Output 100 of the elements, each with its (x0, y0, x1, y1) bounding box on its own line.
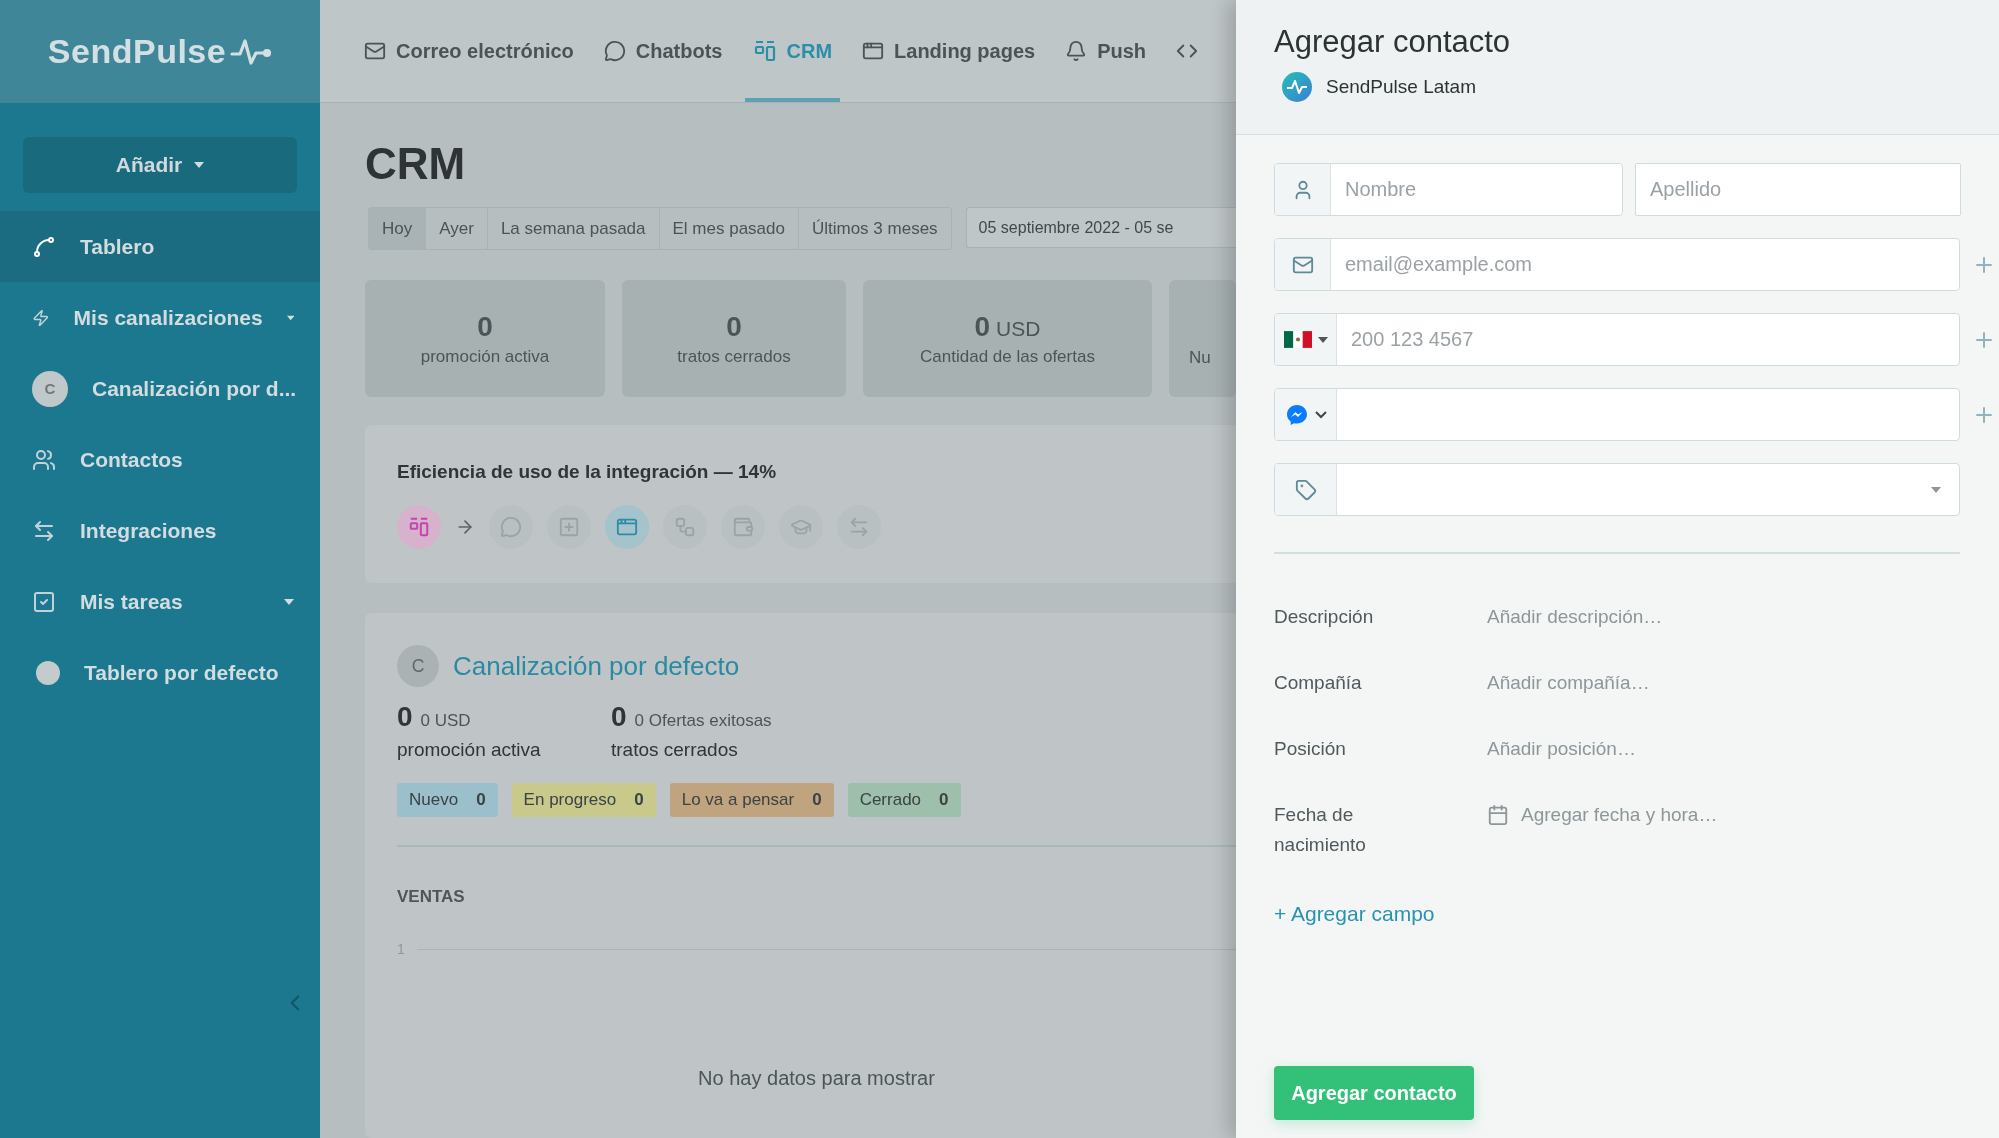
integration-button[interactable] (721, 505, 765, 549)
integration-button[interactable] (547, 505, 591, 549)
checkbox-icon (32, 589, 56, 614)
period-button[interactable]: Ayer (425, 208, 487, 249)
tags-select[interactable] (1274, 463, 1960, 516)
window-icon (616, 516, 638, 538)
sidebar-item-label: Integraciones (80, 518, 218, 543)
window-icon (862, 40, 885, 62)
stage-tag[interactable]: Nuevo 0 (397, 783, 498, 817)
panel-title: Agregar contacto (1274, 24, 1512, 60)
pulse-icon (230, 36, 273, 67)
card-title: Eficiencia de uso de la integración — 14% (397, 461, 777, 482)
stat-value: 0 (611, 701, 627, 733)
sidebar-item[interactable]: Mis tareas (0, 566, 320, 637)
date-field[interactable]: Agregar fecha y hora… (1487, 800, 1961, 830)
stage-tag[interactable]: Cerrado 0 (847, 783, 961, 817)
chat-icon (500, 516, 522, 538)
pulse-logo-icon (1282, 72, 1312, 102)
field-label: Descripción (1274, 605, 1375, 629)
nav-tab[interactable]: Landing pages (854, 0, 1044, 102)
caret-icon (1317, 336, 1328, 343)
calendar-icon (1487, 804, 1509, 826)
avatar: C (397, 645, 439, 687)
stat-label: promoción activa (397, 739, 542, 761)
sidebar-item-label: Canalización por d... (92, 376, 297, 401)
stat-value: 0 USD (974, 310, 1041, 343)
integration-button[interactable] (837, 505, 881, 549)
field-label: Compañía (1274, 671, 1363, 695)
board-icon (408, 516, 430, 538)
contacts-icon (32, 447, 56, 472)
period-button[interactable]: Últimos 3 meses (797, 208, 951, 249)
flag-icon (1283, 331, 1312, 348)
inline-field[interactable]: Añadir descripción… (1487, 602, 1747, 632)
sidebar-item-label: Tablero (80, 234, 156, 259)
stat-value: 0 (477, 310, 493, 343)
pipeline-title-link[interactable]: Canalización por defecto (453, 650, 740, 682)
sidebar-item-label: Mis tareas (80, 589, 184, 614)
arrows-icon (32, 518, 56, 543)
dot-icon (36, 660, 60, 685)
sidebar-item[interactable]: Tablero por defecto (0, 637, 320, 708)
integration-button[interactable] (489, 505, 533, 549)
line-chart-icon (32, 234, 56, 259)
empty-message: No hay datos para mostrar (697, 1067, 936, 1090)
stage-tag[interactable]: En progreso 0 (511, 783, 656, 817)
stat-label: Cantidad de las ofertas (920, 346, 1095, 367)
workflow-icon (674, 516, 696, 538)
chevron-down-icon (1314, 410, 1327, 419)
period-button[interactable]: Hoy (369, 208, 426, 249)
stat-detail: 0 Ofertas exitosas (634, 711, 772, 731)
stat-label: promoción activa (420, 346, 550, 367)
nav-tab[interactable]: Chatbots (595, 0, 731, 102)
add-button[interactable]: Añadir (23, 137, 297, 193)
field-label: Posición (1274, 737, 1347, 761)
inline-field[interactable]: Añadir posición… (1487, 734, 1747, 764)
mail-icon (364, 40, 386, 62)
last-name-field[interactable]: Apellido (1635, 163, 1961, 216)
name-input-group[interactable]: Nombre (1274, 163, 1623, 216)
page-title: CRM (365, 139, 467, 189)
integration-button[interactable] (663, 505, 707, 549)
country-select[interactable] (1275, 314, 1337, 365)
section-title: VENTAS (397, 887, 466, 907)
stat-value: 0 (397, 701, 413, 733)
add-contact-button[interactable]: Agregar contacto (1274, 1066, 1474, 1120)
sidebar-item[interactable]: Mis canalizaciones (0, 282, 320, 353)
sidebar-item[interactable]: Contactos (0, 424, 320, 495)
stat-label: tratos cerrados (611, 739, 739, 761)
caret-icon (1931, 486, 1941, 493)
arrows-icon (848, 516, 870, 538)
date-range-picker[interactable]: 05 septiembre 2022 - 05 se (965, 207, 1236, 248)
stat-detail: 0 USD (420, 711, 471, 731)
nav-tab[interactable]: Correo electrónico (356, 0, 582, 102)
integration-button[interactable] (605, 505, 649, 549)
stat-value: 0 (726, 310, 742, 343)
stage-tag[interactable]: Lo va a pensar 0 (669, 783, 834, 817)
sidebar-item[interactable]: C Canalización por d... (0, 353, 320, 424)
stat-label: tratos cerrados (677, 346, 791, 367)
tag-icon (1294, 478, 1317, 501)
nav-tab[interactable]: Push (1057, 0, 1155, 102)
sidebar-item[interactable]: Integraciones (0, 495, 320, 566)
sidebar-item-label: Contactos (80, 447, 184, 472)
add-field-link[interactable]: + Agregar campo (1274, 902, 1435, 926)
nav-tab[interactable]: CRM (744, 0, 841, 102)
wallet-icon (732, 516, 754, 538)
messenger-icon (1284, 402, 1309, 427)
chat-icon (603, 40, 626, 62)
board-icon (752, 39, 777, 63)
integration-button[interactable] (779, 505, 823, 549)
stat-label: Nu (1189, 347, 1211, 368)
caret-icon (194, 162, 205, 168)
integration-button[interactable] (397, 505, 441, 549)
inline-field[interactable]: Añadir compañía… (1487, 668, 1747, 698)
avatar: C (32, 370, 68, 407)
period-button[interactable]: La semana pasada (486, 208, 659, 249)
sidebar-item-label: Tablero por defecto (84, 660, 280, 685)
period-button[interactable]: El mes pasado (658, 208, 798, 249)
name-field[interactable]: Nombre (1331, 164, 1622, 215)
bell-icon (1065, 40, 1088, 62)
square-plus-icon (558, 516, 580, 538)
sidebar-item-label: Mis canalizaciones (73, 305, 263, 330)
sidebar-item[interactable]: Tablero (0, 211, 320, 282)
